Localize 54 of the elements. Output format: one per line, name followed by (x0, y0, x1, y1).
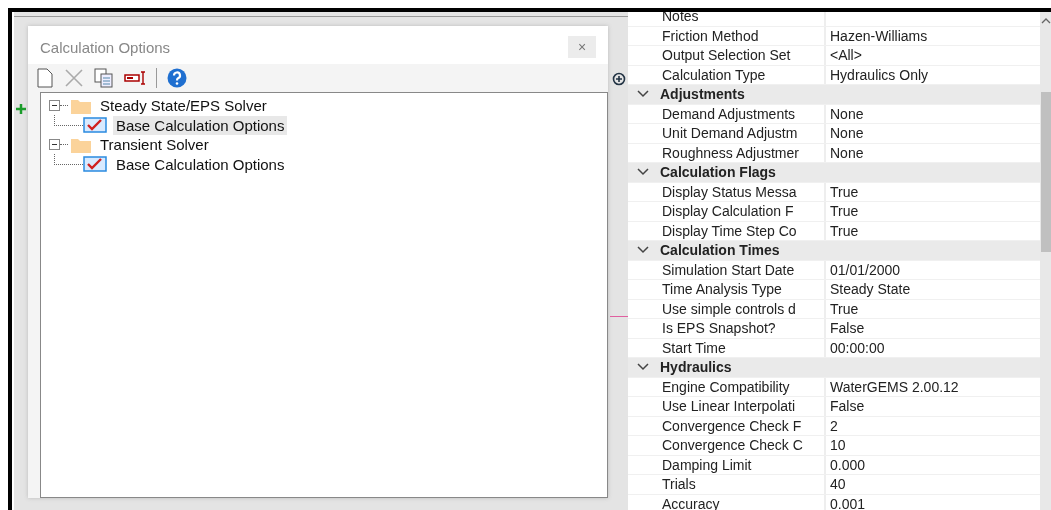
property-value[interactable]: Hazen-Williams (826, 27, 928, 44)
property-value[interactable]: 01/01/2000 (826, 261, 901, 278)
property-name: Output Selection Set (660, 46, 826, 65)
property-value[interactable]: WaterGEMS 2.00.12 (826, 378, 959, 395)
property-name: Display Calculation F (660, 202, 826, 221)
folder-icon (71, 97, 91, 114)
property-name: Trials (660, 475, 826, 494)
property-name: Convergence Check C (660, 436, 826, 455)
scrollbar[interactable] (1040, 12, 1051, 510)
property-value[interactable]: True (826, 222, 859, 239)
property-value[interactable]: False (826, 398, 865, 415)
property-value[interactable]: None (826, 105, 864, 122)
category-label: Hydraulics (660, 359, 732, 376)
property-value[interactable]: 0.001 (826, 495, 866, 510)
property-value[interactable]: Hydraulics Only (826, 66, 929, 83)
category-label: Calculation Flags (660, 164, 776, 181)
category-label: Calculation Times (660, 242, 780, 259)
checked-options-icon (83, 117, 107, 134)
property-value[interactable]: <All> (826, 47, 862, 64)
property-name: Notes (660, 12, 826, 26)
property-value[interactable]: 2 (826, 417, 838, 434)
property-value[interactable]: None (826, 125, 864, 142)
tree-item[interactable]: Steady State/EPS Solver (97, 96, 270, 116)
property-value[interactable]: 00:00:00 (826, 339, 885, 356)
property-name: Use Linear Interpolati (660, 397, 826, 416)
property-value[interactable]: True (826, 203, 859, 220)
collapse-toggle-icon[interactable] (49, 100, 60, 112)
category-label: Adjustments (660, 86, 745, 103)
tree-item[interactable]: Transient Solver (97, 135, 212, 155)
add-icon[interactable] (16, 104, 26, 114)
scroll-up-icon[interactable] (1040, 18, 1051, 24)
collapse-toggle-icon[interactable] (49, 139, 60, 151)
property-value[interactable]: 10 (826, 437, 846, 454)
property-value[interactable]: True (826, 300, 859, 317)
folder-icon (71, 136, 91, 153)
checked-options-icon (83, 156, 107, 173)
close-button[interactable]: × (568, 36, 596, 58)
new-icon[interactable] (36, 68, 54, 88)
property-value[interactable]: 40 (826, 476, 846, 493)
property-name: Time Analysis Type (660, 280, 826, 299)
property-value[interactable]: True (826, 183, 859, 200)
zoom-in-icon[interactable] (612, 72, 626, 86)
tree-item[interactable]: Base Calculation Options (113, 154, 288, 174)
property-value[interactable]: None (826, 144, 864, 161)
property-name: Unit Demand Adjustm (660, 124, 826, 143)
property-value[interactable]: 0.000 (826, 456, 866, 473)
copy-icon[interactable] (94, 68, 114, 88)
tree-item[interactable]: Base Calculation Options (113, 115, 288, 135)
property-name: Is EPS Snapshot? (660, 319, 826, 338)
property-value[interactable]: False (826, 320, 865, 337)
dialog-title: Calculation Options (40, 38, 171, 56)
help-icon[interactable] (167, 68, 187, 88)
rename-icon[interactable] (124, 71, 146, 85)
property-value[interactable]: Steady State (826, 281, 911, 298)
